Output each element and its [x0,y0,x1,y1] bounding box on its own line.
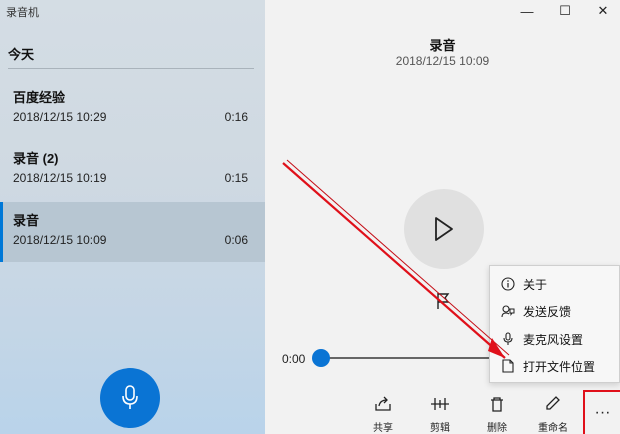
menu-item-open-location[interactable]: 打开文件位置 [490,353,620,379]
microphone-icon [122,385,138,409]
more-options-button[interactable]: ··· [583,390,620,434]
share-label: 共享 [373,423,393,434]
delete-button[interactable]: 删除 [477,396,517,434]
list-item[interactable]: 录音 (2) 2018/12/15 10:19 0:15 [0,140,265,200]
trash-icon [491,397,503,412]
recording-name: 录音 (2) [13,151,59,166]
share-icon [375,396,391,411]
current-recording-date: 2018/12/15 10:09 [395,54,490,68]
file-icon [502,359,514,373]
marker-flag-icon[interactable] [436,292,450,310]
list-item[interactable]: 百度经验 2018/12/15 10:29 0:16 [0,79,265,139]
trim-button[interactable]: 剪辑 [420,396,460,434]
recording-duration: 0:16 [224,110,248,124]
list-item-selected[interactable]: 录音 2018/12/15 10:09 0:06 [0,202,265,262]
menu-item-label: 发送反馈 [523,304,572,319]
menu-item-mic-settings[interactable]: 麦克风设置 [490,326,620,352]
recordings-pane: 录音机 今天 百度经验 2018/12/15 10:29 0:16 录音 (2)… [0,0,265,434]
menu-item-feedback[interactable]: 发送反馈 [490,298,620,324]
delete-label: 删除 [487,423,507,434]
recording-duration: 0:06 [224,233,248,247]
close-button[interactable]: ✕ [593,3,613,19]
seek-track[interactable] [321,357,501,359]
play-icon [435,217,453,241]
recording-name: 百度经验 [13,90,66,105]
menu-item-label: 打开文件位置 [523,359,596,374]
seek-thumb[interactable] [312,349,330,367]
trim-label: 剪辑 [430,423,450,434]
info-icon [501,277,515,291]
menu-item-about[interactable]: 关于 [490,271,620,297]
selection-indicator [0,202,3,262]
app-title: 录音机 [6,7,39,19]
trim-icon [431,398,449,410]
recording-date: 2018/12/15 10:19 [13,171,107,185]
playback-time: 0:00 [282,352,306,366]
more-options-menu: 关于 发送反馈 麦克风设置 打开文件位置 [489,265,620,383]
current-recording-title: 录音 [429,38,456,53]
feedback-icon [501,305,515,318]
record-button[interactable] [100,368,160,428]
play-button[interactable] [404,189,484,269]
microphone-icon [503,332,513,345]
minimize-button[interactable]: — [517,3,537,19]
rename-button[interactable]: 重命名 [533,396,573,434]
rename-label: 重命名 [538,423,568,434]
recording-date: 2018/12/15 10:09 [13,233,107,247]
section-divider [8,68,254,69]
share-button[interactable]: 共享 [363,396,403,434]
recording-name: 录音 [13,213,40,228]
recording-duration: 0:15 [224,171,248,185]
section-header: 今天 [8,47,35,62]
recording-date: 2018/12/15 10:29 [13,110,107,124]
menu-item-label: 关于 [523,277,548,292]
rename-icon [546,396,560,410]
maximize-button[interactable]: ☐ [555,3,575,19]
menu-item-label: 麦克风设置 [523,332,584,347]
